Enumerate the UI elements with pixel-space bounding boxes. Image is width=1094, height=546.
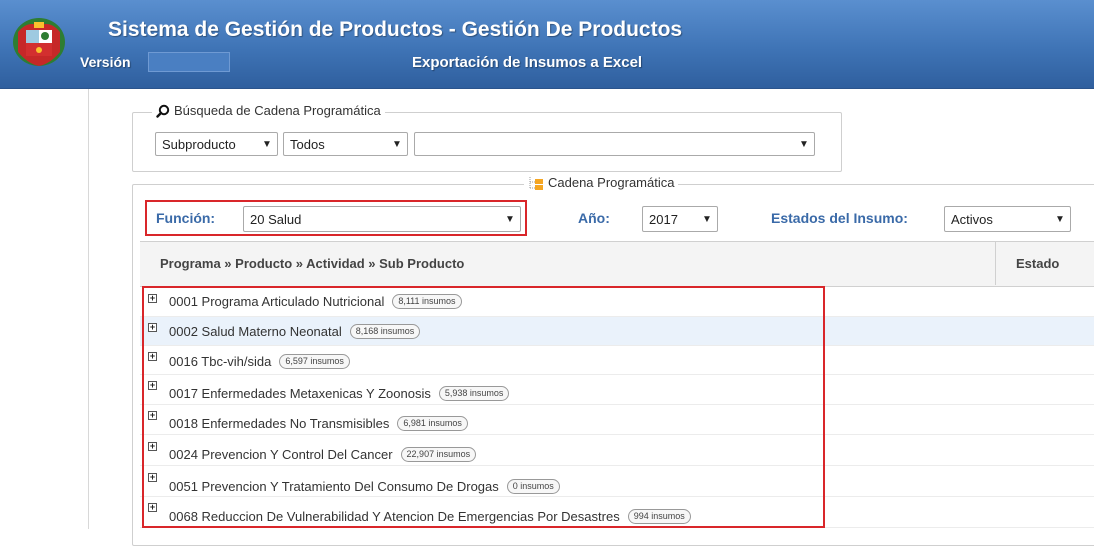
chevron-down-icon: ▼ [1055, 213, 1065, 225]
chevron-down-icon: ▼ [702, 213, 712, 225]
search-legend-text: Búsqueda de Cadena Programática [174, 103, 381, 118]
filter-select-value: Todos [290, 136, 325, 152]
search-legend: Búsqueda de Cadena Programática [152, 103, 385, 118]
estados-label: Estados del Insumo: [771, 210, 908, 226]
level-select-value: Subproducto [162, 136, 236, 152]
value-select[interactable]: ▼ [414, 132, 815, 156]
rows-highlight [142, 286, 825, 528]
coat-of-arms-logo [13, 18, 65, 66]
tree-icon [529, 176, 543, 190]
chevron-down-icon: ▼ [392, 138, 402, 150]
cadena-legend-text: Cadena Programática [548, 175, 675, 190]
filter-select[interactable]: Todos ▼ [283, 132, 408, 156]
chevron-down-icon: ▼ [799, 138, 809, 150]
anio-label: Año: [578, 210, 610, 226]
app-header: Sistema de Gestión de Productos - Gestió… [0, 0, 1094, 89]
page-subtitle: Exportación de Insumos a Excel [412, 54, 643, 71]
column-header-estado[interactable]: Estado [1016, 256, 1059, 271]
estados-select-value: Activos [951, 211, 993, 227]
column-header-programa[interactable]: Programa » Producto » Actividad » Sub Pr… [160, 256, 464, 271]
version-value [148, 52, 230, 72]
chevron-down-icon: ▼ [262, 138, 272, 150]
search-icon [156, 104, 170, 118]
column-divider [995, 242, 996, 285]
app-title: Sistema de Gestión de Productos - Gestió… [108, 18, 683, 41]
anio-select-value: 2017 [649, 211, 678, 227]
estados-select[interactable]: Activos ▼ [944, 206, 1071, 232]
anio-select[interactable]: 2017 ▼ [642, 206, 718, 232]
version-label: Versión [80, 54, 131, 70]
funcion-select[interactable]: 20 Salud ▼ [243, 206, 521, 232]
level-select[interactable]: Subproducto ▼ [155, 132, 278, 156]
funcion-select-value: 20 Salud [250, 211, 302, 227]
cadena-legend: Cadena Programática [524, 175, 679, 190]
chevron-down-icon: ▼ [505, 213, 515, 225]
funcion-label: Función: [156, 210, 216, 226]
left-divider [88, 89, 89, 529]
